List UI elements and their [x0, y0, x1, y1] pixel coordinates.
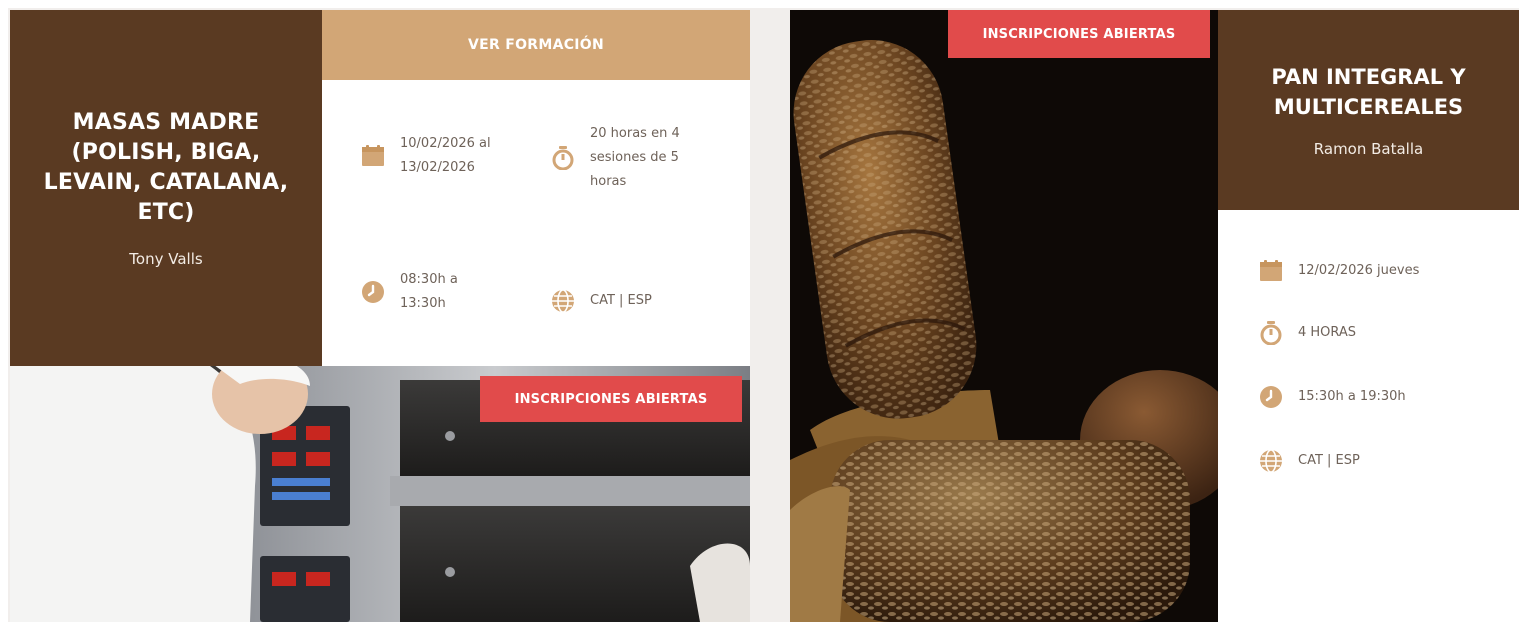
course-language-text: CAT | ESP: [590, 293, 652, 308]
course-instructor: Ramon Batalla: [1313, 140, 1424, 158]
course-dates: 10/02/2026 al 13/02/2026: [360, 132, 510, 180]
course-language: CAT | ESP: [1258, 448, 1478, 474]
timer-icon: [1258, 320, 1284, 346]
course-schedule-text: 15:30h a 19:30h: [1298, 389, 1406, 404]
timer-icon: [550, 145, 576, 171]
course-card-pan-integral[interactable]: INSCRIPCIONES ABIERTAS PAN INTEGRAL Y MU…: [790, 10, 1519, 622]
course-date-text: 12/02/2026 jueves: [1298, 263, 1420, 278]
course-card-masas-madre[interactable]: MASAS MADRE (POLISH, BIGA, LEVAIN, CATAL…: [10, 10, 750, 622]
course-title-panel: MASAS MADRE (POLISH, BIGA, LEVAIN, CATAL…: [10, 10, 322, 366]
clock-icon: [1258, 384, 1284, 410]
calendar-icon: [360, 143, 386, 169]
course-duration-text: 4 HORAS: [1298, 325, 1357, 340]
course-title: MASAS MADRE (POLISH, BIGA, LEVAIN, CATAL…: [43, 110, 289, 225]
course-language: CAT | ESP: [550, 288, 700, 314]
course-photo-bread: INSCRIPCIONES ABIERTAS: [790, 10, 1218, 622]
course-dates-text: 10/02/2026 al 13/02/2026: [400, 136, 491, 175]
course-duration-text: 20 horas en 4 sesiones de 5 horas: [590, 126, 680, 189]
globe-icon: [1258, 448, 1284, 474]
clock-icon: [360, 279, 386, 305]
course-schedule: 15:30h a 19:30h: [1258, 384, 1478, 410]
enrollment-open-badge: INSCRIPCIONES ABIERTAS: [948, 10, 1210, 58]
course-info-panel: 10/02/2026 al 13/02/2026 20 horas en 4 s…: [322, 80, 750, 366]
course-instructor: Tony Valls: [129, 250, 203, 268]
course-title-panel: PAN INTEGRAL Y MULTICEREALES Ramon Batal…: [1218, 10, 1519, 210]
course-language-text: CAT | ESP: [1298, 453, 1360, 468]
course-schedule: 08:30h a 13:30h: [360, 268, 482, 316]
course-title: PAN INTEGRAL Y MULTICEREALES: [1271, 65, 1466, 119]
course-duration: 20 horas en 4 sesiones de 5 horas: [550, 122, 708, 194]
course-photo-oven: INSCRIPCIONES ABIERTAS: [10, 366, 750, 622]
course-date: 12/02/2026 jueves: [1258, 258, 1478, 284]
view-course-button[interactable]: VER FORMACIÓN: [322, 10, 750, 80]
globe-icon: [550, 288, 576, 314]
course-duration: 4 HORAS: [1258, 320, 1478, 346]
course-schedule-text: 08:30h a 13:30h: [400, 272, 458, 311]
enrollment-open-badge: INSCRIPCIONES ABIERTAS: [480, 376, 742, 422]
calendar-icon: [1258, 258, 1284, 284]
course-info-panel: 12/02/2026 jueves 4 HORAS 15:30h a 19:30…: [1218, 210, 1519, 622]
